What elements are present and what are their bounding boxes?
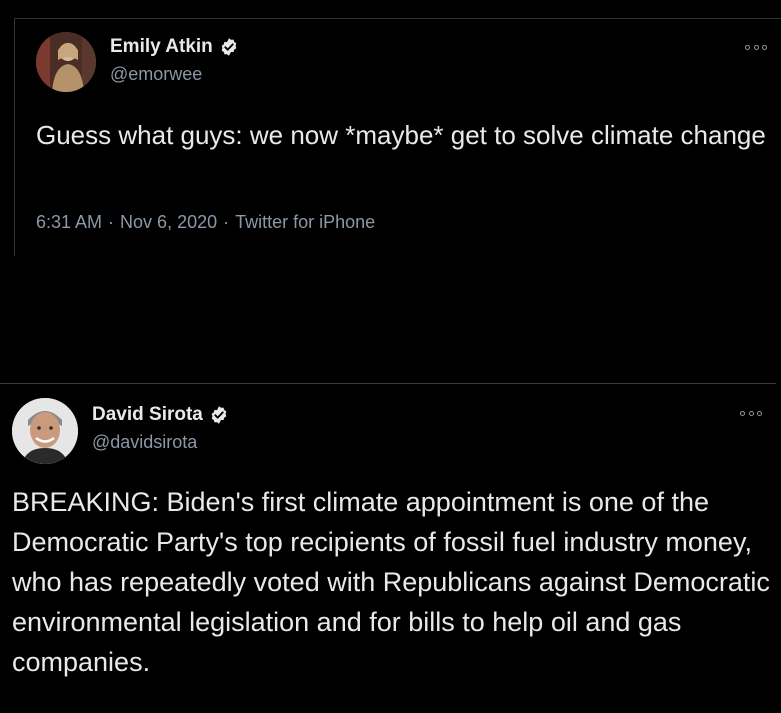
author-name[interactable]: David Sirota (92, 404, 229, 426)
tweet-divider (0, 383, 776, 384)
avatar-photo-icon (12, 398, 78, 464)
verified-badge-icon (211, 406, 227, 424)
tweet-emily-atkin[interactable]: Emily Atkin @emorwee Guess what guys: we… (0, 0, 781, 260)
avatar[interactable] (36, 32, 96, 92)
tweet-source[interactable]: Twitter for iPhone (235, 212, 375, 232)
thread-line (14, 18, 15, 256)
tweet-text: BREAKING: Biden's first climate appointm… (12, 487, 770, 677)
avatar[interactable] (12, 398, 78, 464)
tweet-time[interactable]: 6:31 AM (36, 212, 102, 232)
author-handle[interactable]: @emorwee (110, 64, 202, 85)
screenshot-canvas: Emily Atkin @emorwee Guess what guys: we… (0, 0, 781, 713)
author-handle[interactable]: @davidsirota (92, 432, 197, 453)
avatar-photo-icon (36, 32, 96, 92)
verified-badge-icon (221, 38, 237, 56)
author-name[interactable]: Emily Atkin (110, 36, 239, 58)
tweet-metadata: 6:31 AM · Nov 6, 2020 · Twitter for iPhone (36, 212, 375, 233)
meta-separator: · (223, 212, 230, 232)
author-name-text: David Sirota (92, 404, 203, 425)
tweet-top-divider (14, 18, 781, 19)
author-name-text: Emily Atkin (110, 36, 213, 57)
more-options-icon[interactable] (740, 408, 762, 418)
meta-separator: · (108, 212, 115, 232)
tweet-date[interactable]: Nov 6, 2020 (120, 212, 217, 232)
more-options-icon[interactable] (745, 42, 767, 52)
tweet-text: Guess what guys: we now *maybe* get to s… (36, 120, 766, 150)
